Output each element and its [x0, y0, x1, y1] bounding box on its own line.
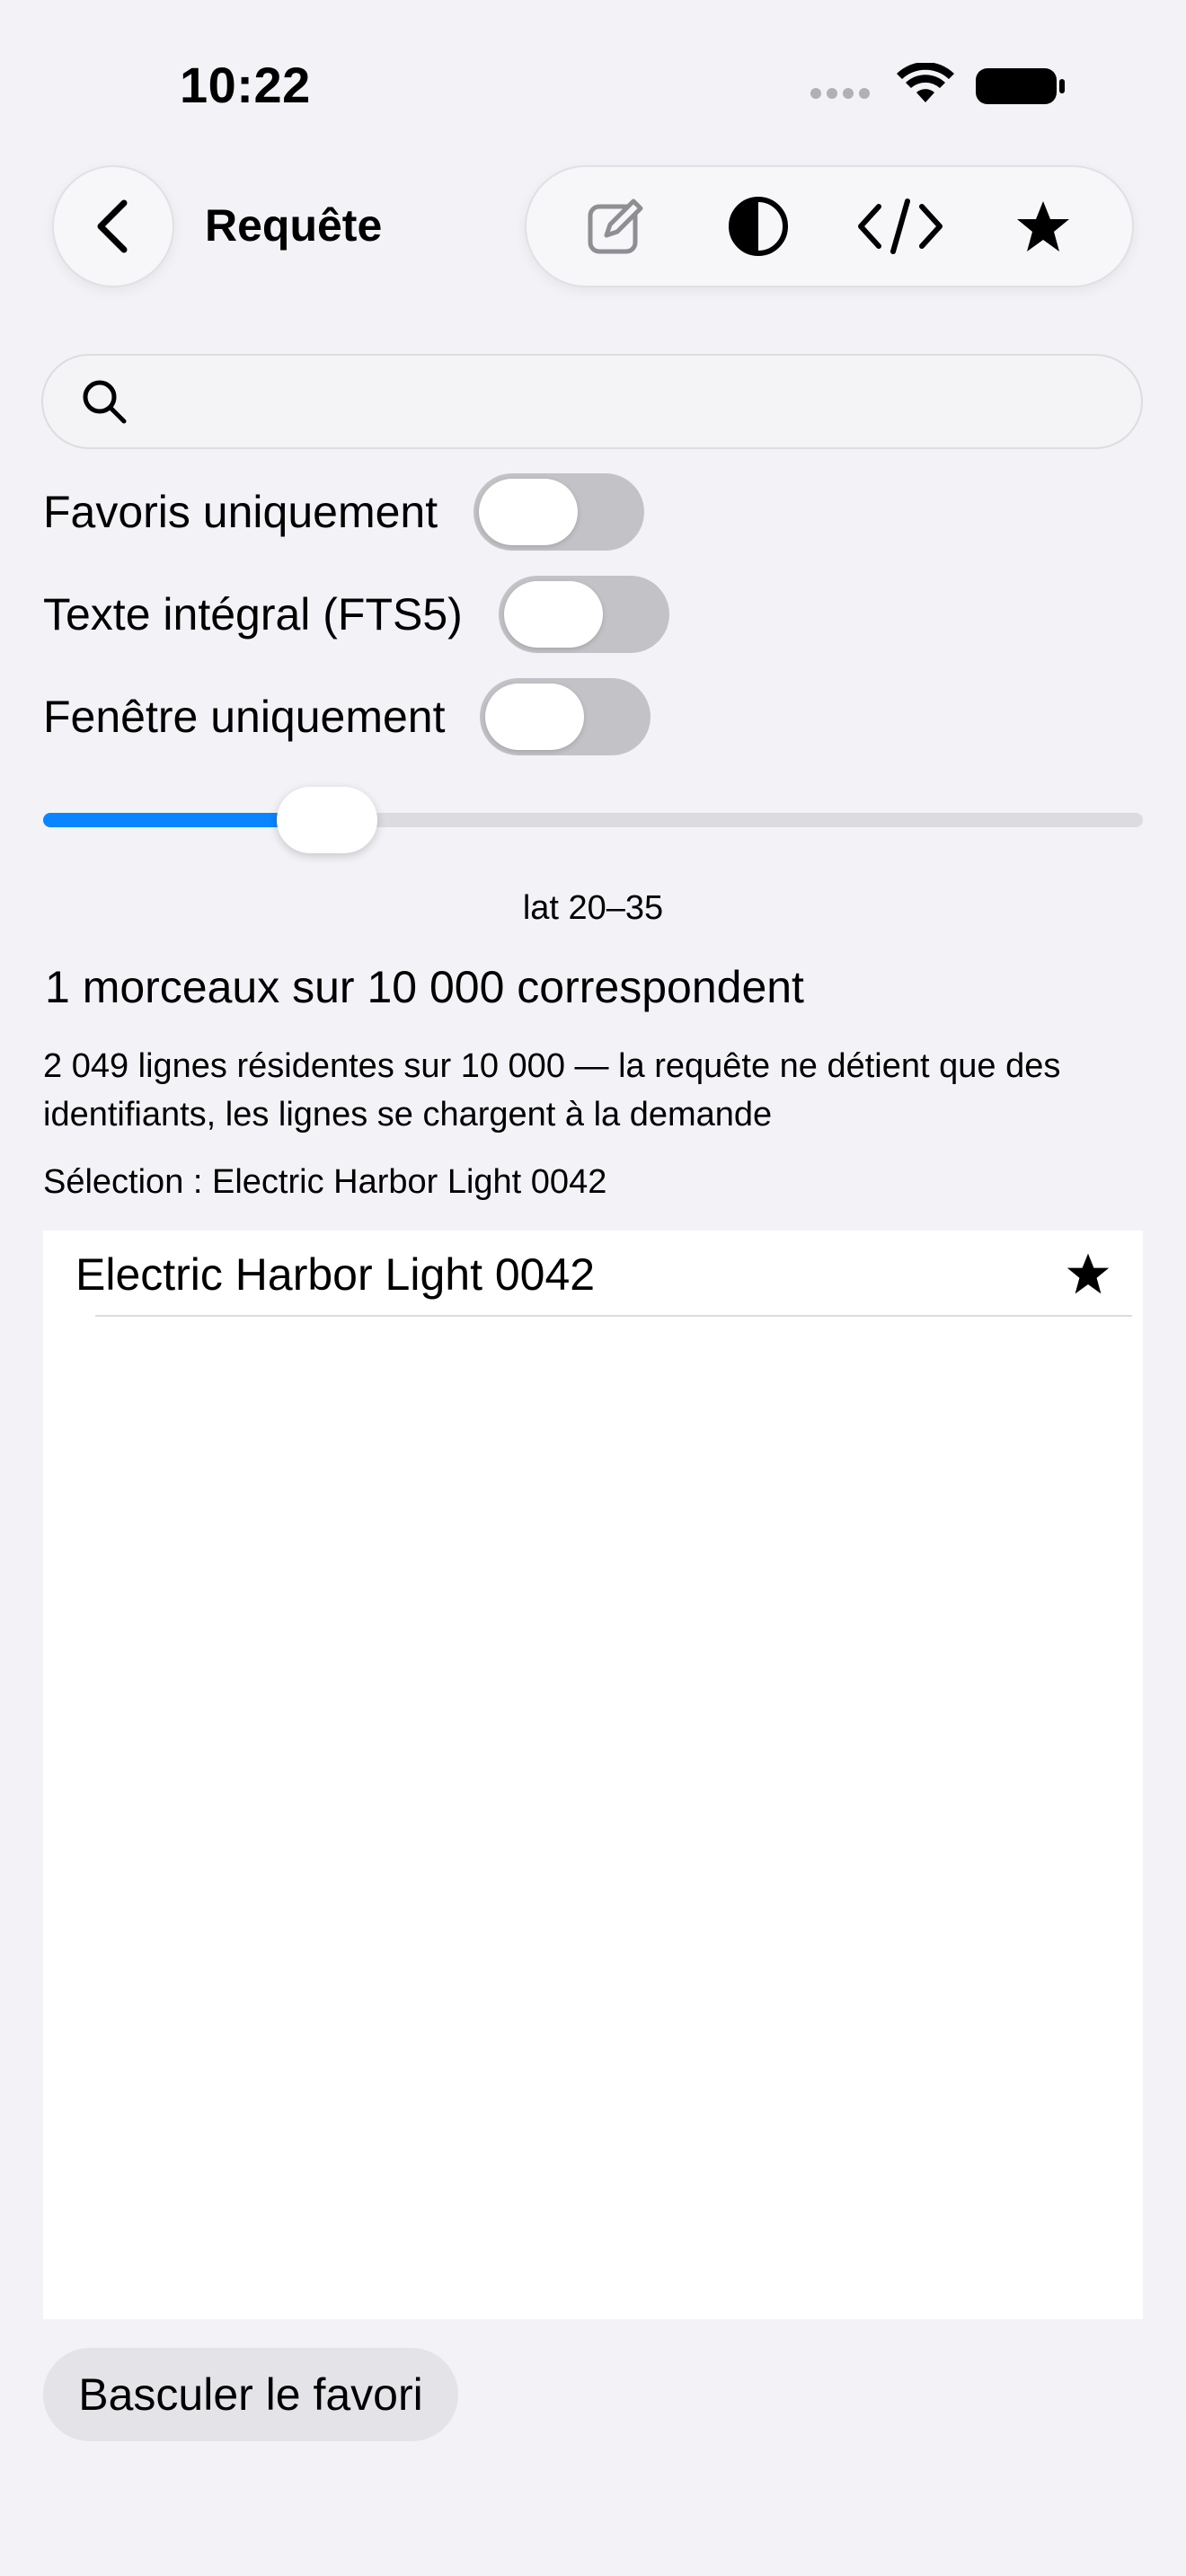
results-list[interactable]: Electric Harbor Light 0042 — [43, 1231, 1143, 2319]
code-button[interactable] — [846, 181, 954, 271]
switch-knob — [484, 684, 584, 750]
filter-fulltext-row: Texte intégral (FTS5) — [43, 574, 669, 655]
resident-info: 2 049 lignes résidentes sur 10 000 — la … — [43, 1047, 1061, 1134]
latitude-slider-thumb[interactable] — [277, 787, 377, 853]
search-icon — [83, 380, 127, 424]
list-item-title: Electric Harbor Light 0042 — [75, 1249, 596, 1300]
star-icon — [1067, 1253, 1110, 1294]
signal-icon — [810, 88, 870, 99]
filter-window-row: Fenêtre uniquement — [43, 676, 651, 757]
toggle-favorite-button[interactable]: Basculer le favori — [43, 2348, 458, 2441]
toolbar — [525, 165, 1134, 287]
filter-favorites-label: Favoris uniquement — [43, 487, 438, 537]
star-icon — [1016, 201, 1069, 251]
contrast-icon — [728, 197, 788, 256]
chevron-left-icon — [97, 199, 128, 253]
filter-favorites-row: Favoris uniquement — [43, 472, 645, 552]
edit-button[interactable] — [562, 181, 669, 271]
filter-window-switch[interactable] — [479, 678, 651, 755]
slider-caption: lat 20–35 — [522, 889, 664, 927]
filter-fulltext-switch[interactable] — [498, 576, 669, 653]
match-count: 1 morceaux sur 10 000 correspondent — [45, 962, 804, 1012]
filter-favorites-switch[interactable] — [474, 473, 645, 551]
page-title: Requête — [205, 200, 383, 251]
contrast-button[interactable] — [704, 181, 812, 271]
back-button[interactable] — [52, 165, 174, 287]
selection-info: Sélection : Electric Harbor Light 0042 — [43, 1163, 607, 1201]
search-input[interactable] — [155, 379, 1141, 424]
switch-knob — [503, 581, 603, 648]
filter-fulltext-label: Texte intégral (FTS5) — [43, 589, 463, 640]
filter-window-label: Fenêtre uniquement — [43, 692, 446, 742]
status-time: 10:22 — [180, 57, 311, 113]
search-field[interactable] — [41, 354, 1143, 449]
switch-knob — [479, 479, 579, 545]
list-item[interactable]: Electric Harbor Light 0042 — [43, 1231, 1143, 1317]
battery-icon — [976, 68, 1065, 104]
edit-icon — [588, 198, 643, 254]
status-icons — [810, 63, 1065, 104]
code-icon — [858, 198, 943, 254]
wifi-icon — [897, 63, 954, 102]
list-separator — [95, 1315, 1132, 1317]
favorite-toolbar-button[interactable] — [989, 181, 1097, 271]
